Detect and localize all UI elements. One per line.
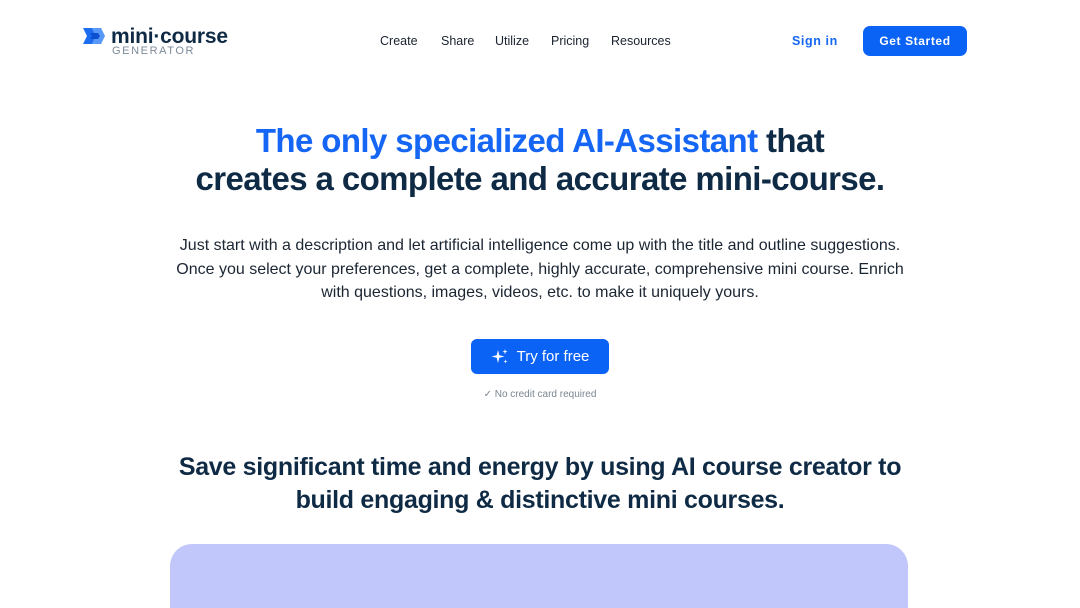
nav-item-share[interactable]: Share <box>441 34 474 48</box>
brand-logo[interactable]: mini·course GENERATOR <box>81 24 241 60</box>
try-for-free-button[interactable]: Try for free <box>471 339 609 374</box>
top-navigation: mini·course GENERATOR Create Share Utili… <box>0 0 1080 82</box>
get-started-button[interactable]: Get Started <box>863 26 967 56</box>
hero-title-rest: that <box>757 122 825 159</box>
hero-title-accent: The only specialized AI-Assistant <box>255 122 758 159</box>
sparkle-icon <box>491 348 508 363</box>
ribbon-mark-icon <box>83 28 105 44</box>
nav-item-pricing[interactable]: Pricing <box>551 34 589 48</box>
brand-subtitle: GENERATOR <box>112 45 196 57</box>
nav-item-resources[interactable]: Resources <box>611 34 671 48</box>
sign-in-link[interactable]: Sign in <box>792 34 838 48</box>
nav-item-create[interactable]: Create <box>380 34 418 48</box>
preview-panel <box>170 544 908 608</box>
nav-item-utilize[interactable]: Utilize <box>495 34 529 48</box>
try-for-free-label: Try for free <box>516 348 590 365</box>
section-headline: Save significant time and energy by usin… <box>178 453 902 514</box>
hero-title-line2: creates a complete and accurate mini-cou… <box>195 160 886 197</box>
hero-description: Just start with a description and let ar… <box>176 237 904 301</box>
no-credit-card-note: ✓ No credit card required <box>483 389 597 400</box>
hero-title: The only specialized AI-Assistant that c… <box>0 122 1080 198</box>
